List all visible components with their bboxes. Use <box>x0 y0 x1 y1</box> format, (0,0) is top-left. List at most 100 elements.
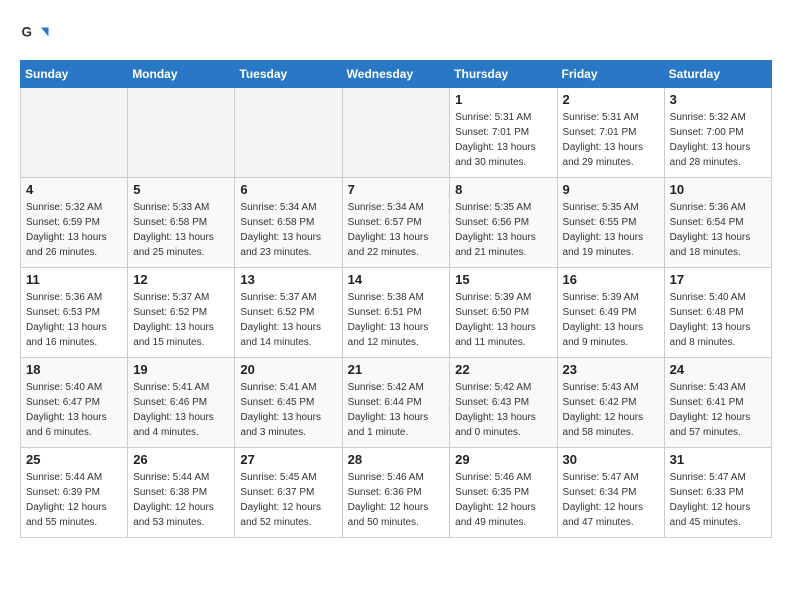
calendar-header-row: SundayMondayTuesdayWednesdayThursdayFrid… <box>21 61 772 88</box>
calendar-day-cell: 11 Sunrise: 5:36 AM Sunset: 6:53 PM Dayli… <box>21 268 128 358</box>
calendar-day-cell: 20 Sunrise: 5:41 AM Sunset: 6:45 PM Dayli… <box>235 358 342 448</box>
calendar-day-cell: 6Sunrise: 5:34 AM Sunset: 6:58 PM Daylig… <box>235 178 342 268</box>
calendar-table: SundayMondayTuesdayWednesdayThursdayFrid… <box>20 60 772 538</box>
logo-icon: G <box>20 20 50 50</box>
day-number: 15 <box>455 272 551 287</box>
day-number: 10 <box>670 182 766 197</box>
day-info: Sunrise: 5:35 AM Sunset: 6:55 PM Dayligh… <box>563 200 659 260</box>
day-number: 12 <box>133 272 229 287</box>
calendar-day-cell: 23 Sunrise: 5:43 AM Sunset: 6:42 PM Dayli… <box>557 358 664 448</box>
calendar-day-cell: 1 Sunrise: 5:31 AM Sunset: 7:01 PM Daylig… <box>450 88 557 178</box>
day-info: Sunrise: 5:31 AM Sunset: 7:01 PM Dayligh… <box>563 110 659 170</box>
calendar-day-cell: 2Sunrise: 5:31 AM Sunset: 7:01 PM Daylig… <box>557 88 664 178</box>
day-info: Sunrise: 5:34 AM Sunset: 6:57 PM Dayligh… <box>348 200 445 260</box>
day-number: 29 <box>455 452 551 467</box>
day-number: 31 <box>670 452 766 467</box>
calendar-day-cell: 30Sunrise: 5:47 AM Sunset: 6:34 PM Dayli… <box>557 448 664 538</box>
day-info: Sunrise: 5:41 AM Sunset: 6:45 PM Dayligh… <box>240 380 336 440</box>
day-number: 1 <box>455 92 551 107</box>
day-number: 21 <box>348 362 445 377</box>
day-number: 30 <box>563 452 659 467</box>
calendar-day-cell <box>128 88 235 178</box>
calendar-day-header: Tuesday <box>235 61 342 88</box>
day-number: 19 <box>133 362 229 377</box>
day-number: 27 <box>240 452 336 467</box>
calendar-day-cell: 29 Sunrise: 5:46 AM Sunset: 6:35 PM Dayli… <box>450 448 557 538</box>
calendar-day-cell: 18 Sunrise: 5:40 AM Sunset: 6:47 PM Dayli… <box>21 358 128 448</box>
day-info: Sunrise: 5:33 AM Sunset: 6:58 PM Dayligh… <box>133 200 229 260</box>
day-info: Sunrise: 5:35 AM Sunset: 6:56 PM Dayligh… <box>455 200 551 260</box>
day-number: 4 <box>26 182 122 197</box>
day-info: Sunrise: 5:46 AM Sunset: 6:36 PM Dayligh… <box>348 470 445 530</box>
day-number: 17 <box>670 272 766 287</box>
calendar-day-cell: 16 Sunrise: 5:39 AM Sunset: 6:49 PM Dayli… <box>557 268 664 358</box>
calendar-day-cell: 12 Sunrise: 5:37 AM Sunset: 6:52 PM Dayli… <box>128 268 235 358</box>
day-info: Sunrise: 5:40 AM Sunset: 6:47 PM Dayligh… <box>26 380 122 440</box>
calendar-day-cell: 13 Sunrise: 5:37 AM Sunset: 6:52 PM Dayli… <box>235 268 342 358</box>
calendar-day-cell: 24 Sunrise: 5:43 AM Sunset: 6:41 PM Dayli… <box>664 358 771 448</box>
calendar-day-cell: 14Sunrise: 5:38 AM Sunset: 6:51 PM Dayli… <box>342 268 450 358</box>
day-info: Sunrise: 5:45 AM Sunset: 6:37 PM Dayligh… <box>240 470 336 530</box>
day-number: 14 <box>348 272 445 287</box>
day-number: 3 <box>670 92 766 107</box>
day-number: 7 <box>348 182 445 197</box>
day-number: 8 <box>455 182 551 197</box>
calendar-day-cell: 27 Sunrise: 5:45 AM Sunset: 6:37 PM Dayli… <box>235 448 342 538</box>
calendar-day-cell: 26Sunrise: 5:44 AM Sunset: 6:38 PM Dayli… <box>128 448 235 538</box>
day-number: 16 <box>563 272 659 287</box>
day-info: Sunrise: 5:41 AM Sunset: 6:46 PM Dayligh… <box>133 380 229 440</box>
calendar-day-header: Monday <box>128 61 235 88</box>
day-info: Sunrise: 5:34 AM Sunset: 6:58 PM Dayligh… <box>240 200 336 260</box>
calendar-day-cell: 9 Sunrise: 5:35 AM Sunset: 6:55 PM Daylig… <box>557 178 664 268</box>
calendar-day-cell <box>235 88 342 178</box>
calendar-week-row: 18 Sunrise: 5:40 AM Sunset: 6:47 PM Dayli… <box>21 358 772 448</box>
calendar-day-cell: 22 Sunrise: 5:42 AM Sunset: 6:43 PM Dayli… <box>450 358 557 448</box>
day-info: Sunrise: 5:43 AM Sunset: 6:41 PM Dayligh… <box>670 380 766 440</box>
calendar-day-cell: 5 Sunrise: 5:33 AM Sunset: 6:58 PM Daylig… <box>128 178 235 268</box>
day-info: Sunrise: 5:32 AM Sunset: 6:59 PM Dayligh… <box>26 200 122 260</box>
calendar-day-header: Saturday <box>664 61 771 88</box>
calendar-day-header: Wednesday <box>342 61 450 88</box>
calendar-day-cell: 17 Sunrise: 5:40 AM Sunset: 6:48 PM Dayli… <box>664 268 771 358</box>
calendar-day-header: Sunday <box>21 61 128 88</box>
day-info: Sunrise: 5:42 AM Sunset: 6:43 PM Dayligh… <box>455 380 551 440</box>
calendar-week-row: 1 Sunrise: 5:31 AM Sunset: 7:01 PM Daylig… <box>21 88 772 178</box>
day-info: Sunrise: 5:43 AM Sunset: 6:42 PM Dayligh… <box>563 380 659 440</box>
svg-text:G: G <box>22 25 33 40</box>
calendar-week-row: 25Sunrise: 5:44 AM Sunset: 6:39 PM Dayli… <box>21 448 772 538</box>
day-info: Sunrise: 5:36 AM Sunset: 6:53 PM Dayligh… <box>26 290 122 350</box>
day-number: 9 <box>563 182 659 197</box>
calendar-day-cell: 19 Sunrise: 5:41 AM Sunset: 6:46 PM Dayli… <box>128 358 235 448</box>
day-info: Sunrise: 5:39 AM Sunset: 6:49 PM Dayligh… <box>563 290 659 350</box>
calendar-day-cell <box>21 88 128 178</box>
day-number: 20 <box>240 362 336 377</box>
day-info: Sunrise: 5:46 AM Sunset: 6:35 PM Dayligh… <box>455 470 551 530</box>
day-info: Sunrise: 5:42 AM Sunset: 6:44 PM Dayligh… <box>348 380 445 440</box>
day-number: 24 <box>670 362 766 377</box>
day-info: Sunrise: 5:31 AM Sunset: 7:01 PM Dayligh… <box>455 110 551 170</box>
day-info: Sunrise: 5:44 AM Sunset: 6:38 PM Dayligh… <box>133 470 229 530</box>
day-number: 11 <box>26 272 122 287</box>
calendar-day-header: Friday <box>557 61 664 88</box>
page-header: G <box>20 20 772 50</box>
day-number: 5 <box>133 182 229 197</box>
day-number: 22 <box>455 362 551 377</box>
day-info: Sunrise: 5:44 AM Sunset: 6:39 PM Dayligh… <box>26 470 122 530</box>
day-info: Sunrise: 5:32 AM Sunset: 7:00 PM Dayligh… <box>670 110 766 170</box>
day-info: Sunrise: 5:37 AM Sunset: 6:52 PM Dayligh… <box>133 290 229 350</box>
calendar-day-cell: 28 Sunrise: 5:46 AM Sunset: 6:36 PM Dayli… <box>342 448 450 538</box>
calendar-day-cell: 3 Sunrise: 5:32 AM Sunset: 7:00 PM Daylig… <box>664 88 771 178</box>
calendar-day-cell: 25Sunrise: 5:44 AM Sunset: 6:39 PM Dayli… <box>21 448 128 538</box>
day-number: 13 <box>240 272 336 287</box>
day-info: Sunrise: 5:37 AM Sunset: 6:52 PM Dayligh… <box>240 290 336 350</box>
day-info: Sunrise: 5:40 AM Sunset: 6:48 PM Dayligh… <box>670 290 766 350</box>
calendar-week-row: 11 Sunrise: 5:36 AM Sunset: 6:53 PM Dayli… <box>21 268 772 358</box>
day-number: 18 <box>26 362 122 377</box>
calendar-day-cell: 15Sunrise: 5:39 AM Sunset: 6:50 PM Dayli… <box>450 268 557 358</box>
calendar-day-cell: 7 Sunrise: 5:34 AM Sunset: 6:57 PM Daylig… <box>342 178 450 268</box>
calendar-week-row: 4 Sunrise: 5:32 AM Sunset: 6:59 PM Daylig… <box>21 178 772 268</box>
day-info: Sunrise: 5:36 AM Sunset: 6:54 PM Dayligh… <box>670 200 766 260</box>
logo: G <box>20 20 54 50</box>
day-number: 28 <box>348 452 445 467</box>
day-number: 23 <box>563 362 659 377</box>
